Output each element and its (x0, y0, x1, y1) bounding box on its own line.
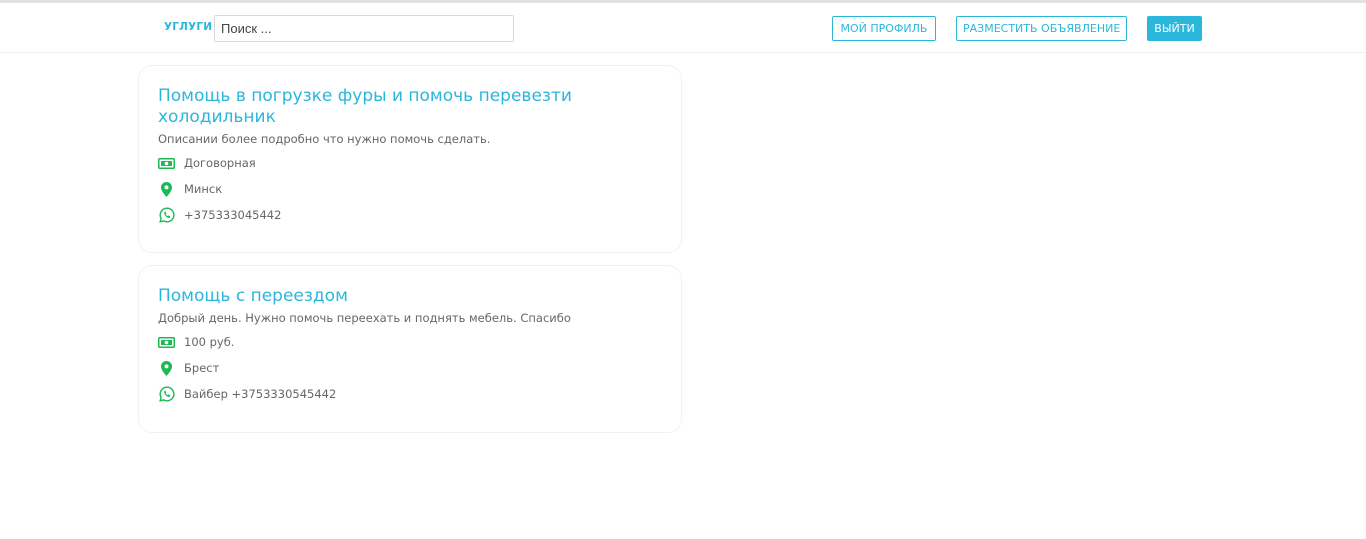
listing-phone: +375333045442 (158, 206, 281, 224)
price-text: 100 руб. (184, 335, 235, 349)
listing-location: Брест (158, 359, 219, 377)
money-icon (158, 334, 175, 350)
listing-phone: Вайбер +3753330545442 (158, 385, 336, 403)
whatsapp-icon (158, 386, 175, 402)
my-profile-button[interactable]: МОЙ ПРОФИЛЬ (832, 16, 936, 41)
listing-card[interactable]: Помощь в погрузке фуры и помочь перевезт… (138, 65, 682, 253)
price-text: Договорная (184, 156, 256, 170)
search-input[interactable] (214, 15, 514, 42)
logout-button[interactable]: ВЫЙТИ (1147, 16, 1202, 41)
header: УГЛУГИ МОЙ ПРОФИЛЬ РАЗМЕСТИТЬ ОБЪЯВЛЕНИЕ… (0, 3, 1366, 53)
listing-description: Описании более подробно что нужно помочь… (158, 132, 491, 146)
location-text: Брест (184, 361, 220, 375)
phone-text: Вайбер +3753330545442 (184, 387, 337, 401)
money-icon (158, 155, 175, 171)
phone-text: +375333045442 (184, 208, 282, 222)
listing-title[interactable]: Помощь с переездом (158, 286, 588, 307)
listing-title[interactable]: Помощь в погрузке фуры и помочь перевезт… (158, 86, 588, 128)
listing-price: 100 руб. (158, 333, 234, 351)
listing-location: Минск (158, 180, 222, 198)
site-logo[interactable]: УГЛУГИ (164, 21, 212, 33)
location-text: Минск (184, 182, 223, 196)
map-pin-icon (158, 181, 175, 197)
listing-description: Добрый день. Нужно помочь переехать и по… (158, 311, 571, 325)
map-pin-icon (158, 360, 175, 376)
whatsapp-icon (158, 207, 175, 223)
post-ad-button[interactable]: РАЗМЕСТИТЬ ОБЪЯВЛЕНИЕ (956, 16, 1127, 41)
listing-card[interactable]: Помощь с переездом Добрый день. Нужно по… (138, 265, 682, 433)
listing-price: Договорная (158, 154, 256, 172)
